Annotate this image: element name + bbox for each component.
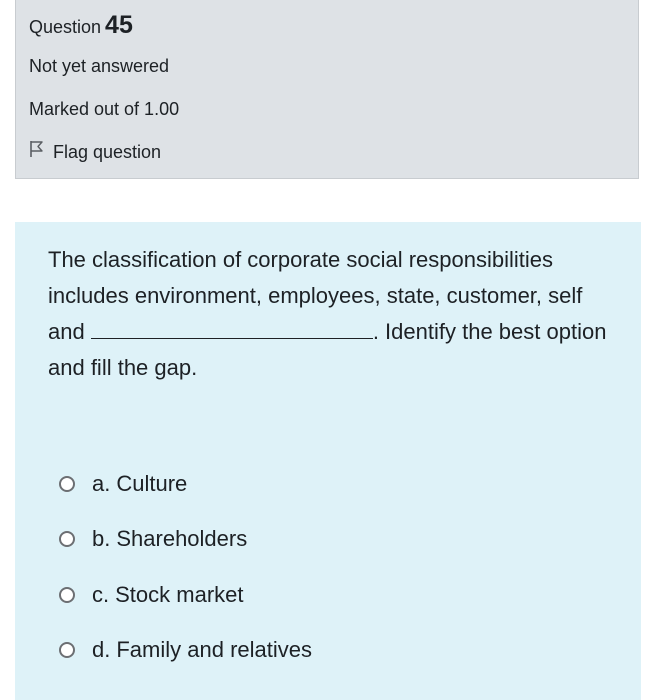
question-label: Question [29, 17, 102, 37]
question-heading: Question 45 [29, 8, 133, 44]
question-text: The classification of corporate social r… [48, 242, 608, 386]
fill-blank-line [90, 324, 373, 339]
flag-question-button[interactable]: Flag question [29, 140, 161, 164]
question-content: The classification of corporate social r… [15, 222, 641, 700]
question-info-panel: Question 45 Not yet answered Marked out o… [15, 0, 639, 179]
answer-option-c[interactable]: c. Stock market [59, 567, 312, 623]
answer-option-a[interactable]: a. Culture [59, 456, 312, 512]
question-state: Not yet answered [29, 56, 170, 76]
answer-text: Family and relatives [116, 637, 312, 663]
answer-option-b[interactable]: b. Shareholders [59, 512, 312, 568]
radio-button[interactable] [59, 531, 75, 548]
answer-number: b. [92, 526, 111, 552]
question-number: 45 [105, 11, 133, 39]
question-grade: Marked out of 1.00 [29, 99, 180, 119]
radio-button[interactable] [59, 642, 75, 659]
radio-button[interactable] [59, 586, 75, 603]
quiz-page: Question 45 Not yet answered Marked out o… [0, 0, 663, 700]
answer-text: Culture [116, 470, 188, 496]
answer-text: Stock market [115, 581, 244, 607]
radio-button[interactable] [59, 475, 75, 492]
answer-number: a. [92, 470, 111, 496]
answer-number: c. [92, 581, 110, 607]
answer-option-d[interactable]: d. Family and relatives [59, 623, 312, 679]
answer-number: d. [92, 637, 111, 663]
answer-list: a. Culture b. Shareholders c. Stock mark… [59, 456, 312, 678]
flag-question-label: Flag question [53, 142, 162, 162]
answer-text: Shareholders [116, 526, 248, 552]
flag-icon [29, 140, 53, 164]
